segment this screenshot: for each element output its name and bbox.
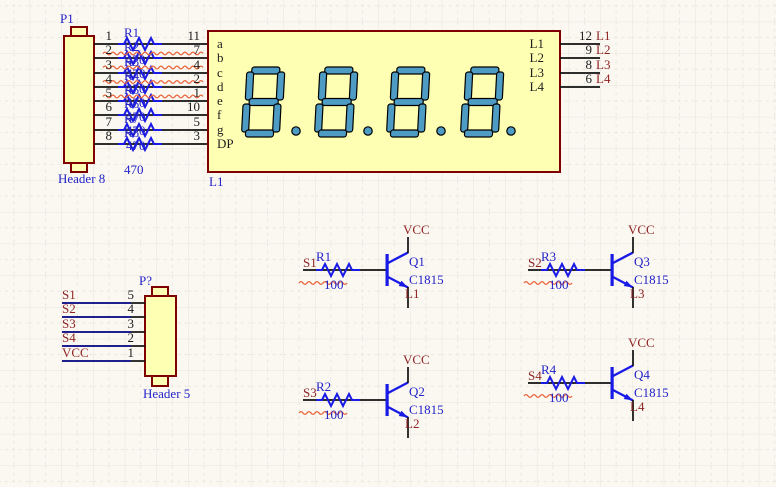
display-pin-number: 8: [564, 58, 592, 72]
net-label[interactable]: L3: [596, 58, 610, 72]
net-label[interactable]: L4: [630, 400, 644, 414]
net-label[interactable]: S3: [62, 317, 76, 331]
net-label[interactable]: S4: [528, 369, 542, 383]
resistor-designator[interactable]: R3: [541, 250, 556, 264]
header5-pin-number: 5: [110, 288, 134, 302]
net-label[interactable]: S1: [303, 256, 317, 270]
net-label[interactable]: S4: [62, 331, 76, 345]
net-label[interactable]: S3: [303, 386, 317, 400]
resistor-value: 470: [126, 110, 146, 124]
header8-pin-number: 8: [88, 129, 112, 143]
net-label[interactable]: VCC: [628, 223, 655, 237]
net-label[interactable]: VCC: [62, 346, 89, 360]
display-pin-number: 1: [170, 86, 200, 100]
net-label[interactable]: VCC: [403, 353, 430, 367]
header8-pin-number: 4: [88, 72, 112, 86]
display-pin-name: DP: [217, 137, 234, 151]
transistor-part: C1815: [634, 386, 669, 400]
display-pin-name: L1: [504, 37, 544, 51]
net-label[interactable]: L3: [630, 287, 644, 301]
net-label[interactable]: VCC: [628, 336, 655, 350]
display-pin-number: 5: [170, 115, 200, 129]
header5-pin-number: 2: [110, 331, 134, 345]
header5-comment[interactable]: Header 5: [143, 387, 190, 401]
resistor-value: 470: [126, 139, 146, 153]
transistor-designator[interactable]: Q2: [409, 385, 425, 399]
header8-designator[interactable]: P1: [60, 12, 74, 26]
net-label[interactable]: VCC: [403, 223, 430, 237]
display-pin-name: L3: [504, 66, 544, 80]
header8-pin-number: 1: [88, 29, 112, 43]
net-label[interactable]: S2: [62, 302, 76, 316]
header5-designator[interactable]: P?: [139, 274, 152, 288]
resistor-value: 100: [549, 278, 569, 292]
schematic-canvas: [0, 0, 776, 487]
transistor-designator[interactable]: Q3: [634, 255, 650, 269]
resistor-value: 470: [126, 67, 146, 81]
display-pin-number: 10: [170, 100, 200, 114]
net-label[interactable]: S1: [62, 288, 76, 302]
transistor-designator[interactable]: Q1: [409, 255, 425, 269]
display-pin-name: f: [217, 108, 221, 122]
net-label[interactable]: L1: [596, 29, 610, 43]
net-label[interactable]: L4: [596, 72, 610, 86]
display-pin-number: 6: [564, 72, 592, 86]
display-pin-name: d: [217, 80, 224, 94]
header8-pin-number: 5: [88, 86, 112, 100]
display-pin-name: e: [217, 94, 223, 108]
header8-pin-number: 3: [88, 58, 112, 72]
resistor-designator[interactable]: R1: [124, 26, 139, 40]
resistor-value: 470: [126, 82, 146, 96]
resistor-value: 100: [549, 391, 569, 405]
display-pin-number: 9: [564, 43, 592, 57]
net-label[interactable]: S2: [528, 256, 542, 270]
header5-pin-number: 3: [110, 317, 134, 331]
display-pin-name: L4: [504, 80, 544, 94]
resistor-value: 470: [126, 96, 146, 110]
resistor-designator[interactable]: R4: [541, 363, 556, 377]
resistor-value: 470: [126, 53, 146, 67]
display-pin-name: c: [217, 66, 223, 80]
header8-pin-number: 7: [88, 115, 112, 129]
transistor-part: C1815: [634, 273, 669, 287]
resistor-designator[interactable]: R1: [316, 250, 331, 264]
display-pin-number: 11: [170, 29, 200, 43]
header5-pin-number: 4: [110, 302, 134, 316]
net-label[interactable]: L2: [596, 43, 610, 57]
net-label[interactable]: L1: [405, 287, 419, 301]
resistor-value: 100: [324, 278, 344, 292]
transistor-part: C1815: [409, 273, 444, 287]
display-pin-number: 3: [170, 129, 200, 143]
transistor-part: C1815: [409, 403, 444, 417]
net-label[interactable]: L2: [405, 417, 419, 431]
display-pin-number: 4: [170, 58, 200, 72]
display-pin-name: b: [217, 51, 224, 65]
resistor-value: 470: [126, 124, 146, 138]
header5-pin-number: 1: [110, 346, 134, 360]
resistor-value: 470: [124, 163, 144, 177]
display-pin-number: 12: [564, 29, 592, 43]
display-pin-number: 2: [170, 72, 200, 86]
display-pin-name: g: [217, 123, 224, 137]
header5-component-body[interactable]: [145, 287, 176, 386]
display-pin-number: 7: [170, 43, 200, 57]
header8-comment[interactable]: Header 8: [58, 172, 105, 186]
resistor-designator[interactable]: R2: [316, 380, 331, 394]
display-pin-name: a: [217, 37, 223, 51]
schematic-sheet: P1 Header 8 1 2 3 4 5 6 7 8 R1 R2 R3 R4 …: [0, 0, 776, 487]
display-designator[interactable]: L1: [209, 175, 223, 189]
display-pin-name: L2: [504, 51, 544, 65]
header8-pin-number: 6: [88, 100, 112, 114]
resistor-value: 100: [324, 408, 344, 422]
transistor-designator[interactable]: Q4: [634, 368, 650, 382]
header8-pin-number: 2: [88, 43, 112, 57]
